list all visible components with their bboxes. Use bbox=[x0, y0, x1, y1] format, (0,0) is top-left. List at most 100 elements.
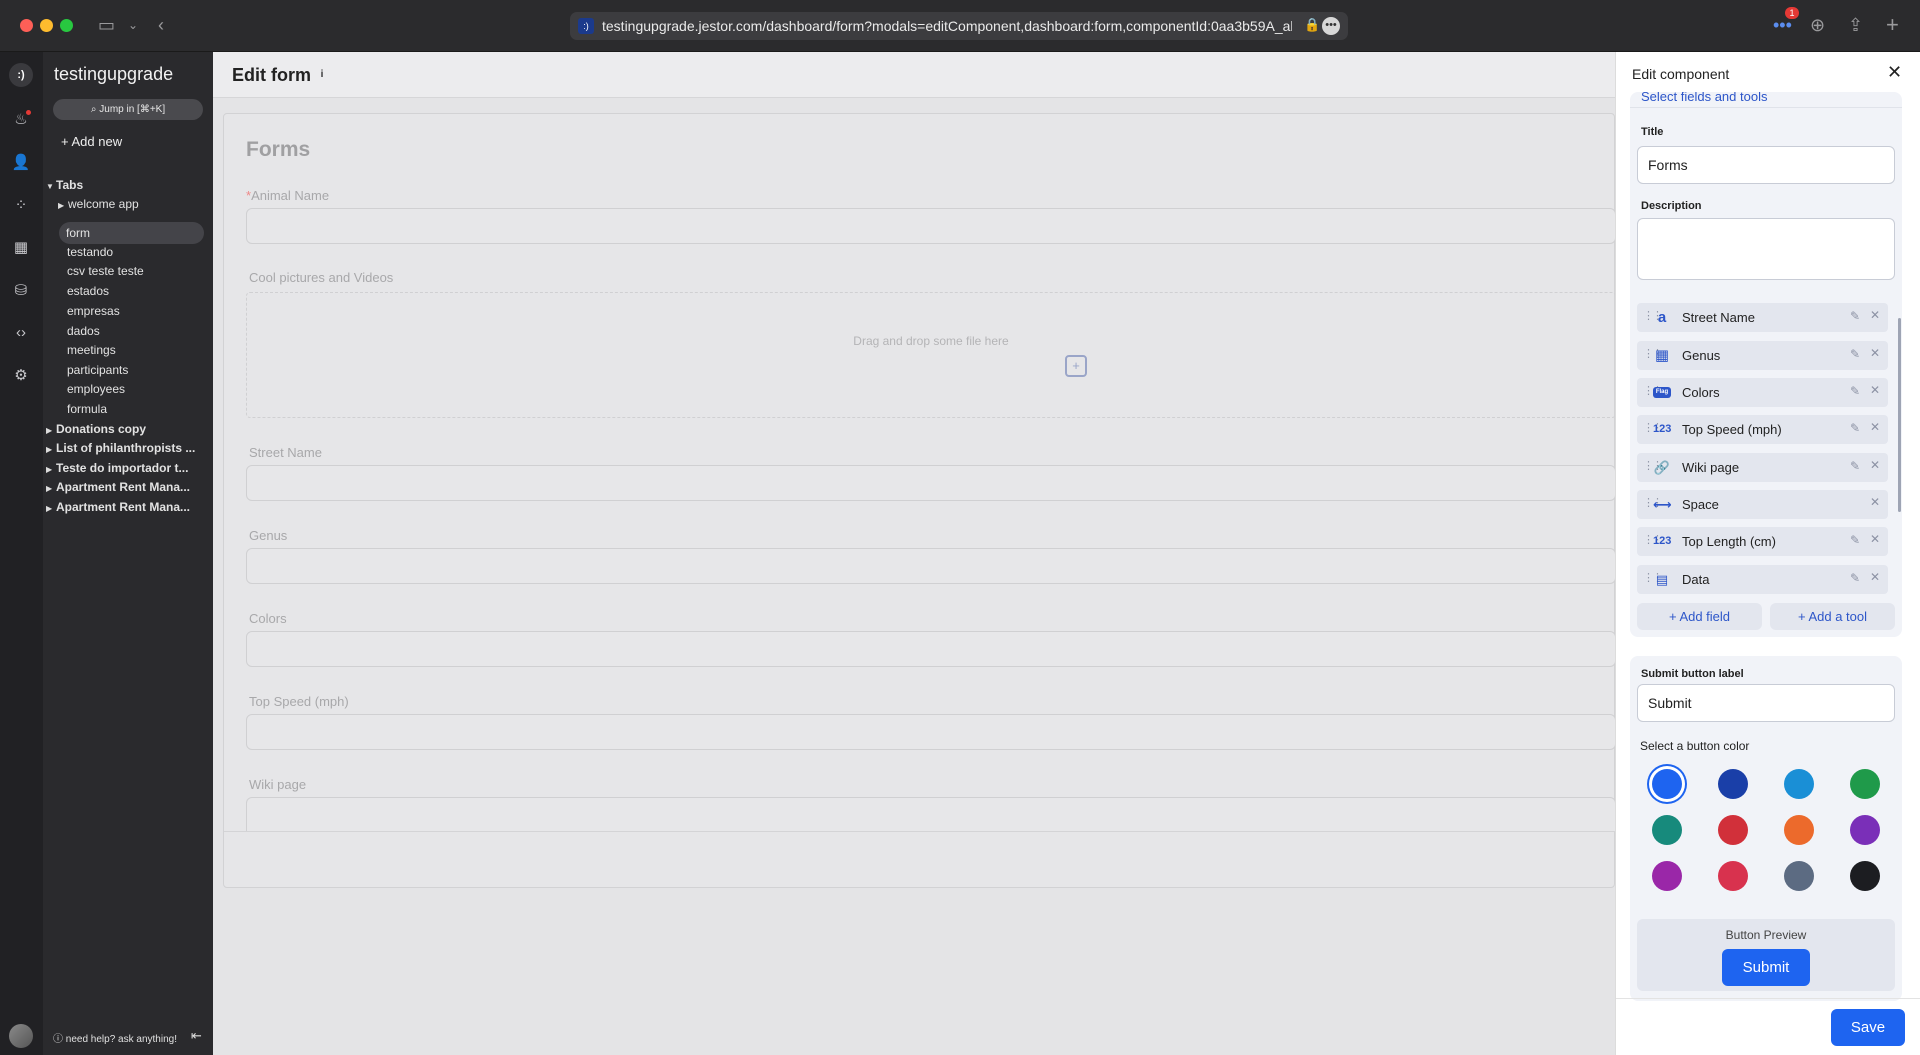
fields-section: Select fields and tools Title Forms Desc… bbox=[1630, 92, 1902, 637]
sidebar-toggle-icon[interactable]: ▭ bbox=[98, 14, 115, 36]
colors-input[interactable] bbox=[246, 631, 1616, 667]
page-options-icon[interactable]: ••• bbox=[1322, 17, 1340, 35]
preview-submit-button[interactable]: Submit bbox=[1722, 949, 1810, 986]
address-bar[interactable]: :) testingupgrade.jestor.com/dashboard/f… bbox=[570, 12, 1348, 40]
edit-icon[interactable]: ✎ bbox=[1850, 309, 1860, 323]
field-row-wiki-page[interactable]: ⋮⋮ 🔗 Wiki page ✎ ✕ bbox=[1637, 453, 1888, 482]
code-icon[interactable]: ‹› bbox=[11, 323, 31, 343]
remove-icon[interactable]: ✕ bbox=[1870, 495, 1880, 509]
field-row-genus[interactable]: ⋮⋮ ▦ Genus ✎ ✕ bbox=[1637, 341, 1888, 370]
browser-toolbar: ▭ ⌄ ‹ :) testingupgrade.jestor.com/dashb… bbox=[0, 0, 1920, 52]
color-swatch-magenta[interactable] bbox=[1652, 861, 1682, 891]
share-icon[interactable]: ⇪ bbox=[1848, 14, 1863, 36]
add-file-icon[interactable]: + bbox=[1065, 355, 1087, 377]
color-swatch-blue[interactable] bbox=[1652, 769, 1682, 799]
sidebar-item-employees[interactable]: employees bbox=[43, 378, 213, 400]
description-input[interactable] bbox=[1637, 218, 1895, 280]
color-swatch-black[interactable] bbox=[1850, 861, 1880, 891]
remove-icon[interactable]: ✕ bbox=[1870, 383, 1880, 397]
field-row-top-speed[interactable]: ⋮⋮ 123 Top Speed (mph) ✎ ✕ bbox=[1637, 415, 1888, 444]
field-row-colors[interactable]: ⋮⋮ Flag Colors ✎ ✕ bbox=[1637, 378, 1888, 407]
sidebar-group-philanthropists[interactable]: ▶ List of philanthropists ... bbox=[43, 437, 213, 459]
edit-icon[interactable]: ✎ bbox=[1850, 347, 1860, 361]
fields-scrollbar[interactable] bbox=[1898, 318, 1901, 512]
color-swatch-teal[interactable] bbox=[1652, 815, 1682, 845]
edit-icon[interactable]: ✎ bbox=[1850, 421, 1860, 435]
sidebar-item-formula[interactable]: formula bbox=[43, 398, 213, 420]
color-swatch-green[interactable] bbox=[1850, 769, 1880, 799]
edit-icon[interactable]: ✎ bbox=[1850, 571, 1860, 585]
street-name-input[interactable] bbox=[246, 465, 1616, 501]
animal-name-input[interactable] bbox=[246, 208, 1616, 244]
color-swatch-pink[interactable] bbox=[1718, 861, 1748, 891]
sidebar-item-meetings[interactable]: meetings bbox=[43, 339, 213, 361]
add-field-button[interactable]: + Add field bbox=[1637, 603, 1762, 630]
back-icon[interactable]: ‹ bbox=[158, 14, 164, 36]
file-dropzone[interactable]: Drag and drop some file here + bbox=[246, 292, 1616, 418]
color-swatch-slate[interactable] bbox=[1784, 861, 1814, 891]
app-logo[interactable]: :) bbox=[9, 63, 33, 87]
add-tool-button[interactable]: + Add a tool bbox=[1770, 603, 1895, 630]
color-swatch-purple[interactable] bbox=[1850, 815, 1880, 845]
close-window-button[interactable] bbox=[20, 19, 33, 32]
top-speed-input[interactable] bbox=[246, 714, 1616, 750]
new-tab-icon[interactable]: + bbox=[1886, 14, 1899, 36]
edit-icon[interactable]: ✎ bbox=[1850, 384, 1860, 398]
close-icon[interactable]: ✕ bbox=[1887, 62, 1902, 83]
apps-icon[interactable]: ▦ bbox=[11, 238, 31, 258]
flame-icon[interactable]: ♨ bbox=[11, 110, 31, 130]
sidebar-item-empresas[interactable]: empresas bbox=[43, 300, 213, 322]
info-icon[interactable]: i bbox=[316, 69, 328, 81]
submit-label-input[interactable]: Submit bbox=[1637, 684, 1895, 722]
save-button[interactable]: Save bbox=[1831, 1009, 1905, 1046]
text-field-icon: a bbox=[1657, 309, 1667, 326]
field-row-street-name[interactable]: ⋮⋮ a Street Name ✎ ✕ bbox=[1637, 303, 1888, 332]
add-new-button[interactable]: + Add new bbox=[61, 134, 122, 149]
user-settings-icon[interactable]: 👤 bbox=[11, 153, 31, 173]
title-input[interactable]: Forms bbox=[1637, 146, 1895, 184]
sidebar-item-estados[interactable]: estados bbox=[43, 280, 213, 302]
form-preview-card: Forms *Animal Name Cool pictures and Vid… bbox=[223, 113, 1616, 888]
remove-icon[interactable]: ✕ bbox=[1870, 346, 1880, 360]
downloads-icon[interactable]: ⊕ bbox=[1810, 14, 1825, 36]
integrations-icon[interactable]: ⁘ bbox=[11, 196, 31, 216]
field-row-data[interactable]: ⋮⋮ ▤ Data ✎ ✕ bbox=[1637, 565, 1888, 594]
select-fields-tab[interactable]: Select fields and tools bbox=[1641, 92, 1767, 104]
remove-icon[interactable]: ✕ bbox=[1870, 570, 1880, 584]
remove-icon[interactable]: ✕ bbox=[1870, 308, 1880, 322]
color-swatch-red[interactable] bbox=[1718, 815, 1748, 845]
sidebar-group-apartment-rent-1[interactable]: ▶ Apartment Rent Mana... bbox=[43, 476, 213, 498]
panel-scroll-area[interactable]: Select fields and tools Title Forms Desc… bbox=[1616, 92, 1920, 1005]
edit-icon[interactable]: ✎ bbox=[1850, 459, 1860, 473]
workspace-name: testingupgrade bbox=[54, 64, 174, 84]
remove-icon[interactable]: ✕ bbox=[1870, 458, 1880, 472]
field-row-space[interactable]: ⋮⋮ ⟷ Space ✕ bbox=[1637, 490, 1888, 519]
maximize-window-button[interactable] bbox=[60, 19, 73, 32]
gear-icon[interactable]: ⚙ bbox=[11, 366, 31, 386]
edit-icon[interactable]: ✎ bbox=[1850, 533, 1860, 547]
chevron-down-icon[interactable]: ⌄ bbox=[128, 14, 138, 36]
sidebar-item-welcome-app[interactable]: ▶ welcome app bbox=[43, 193, 213, 215]
jump-search-button[interactable]: ⌕ Jump in [⌘+K] bbox=[53, 99, 203, 120]
minimize-window-button[interactable] bbox=[40, 19, 53, 32]
help-link[interactable]: ⓘ need help? ask anything! bbox=[53, 1030, 177, 1045]
caret-right-icon: ▶ bbox=[46, 504, 53, 513]
sidebar-group-apartment-rent-2[interactable]: ▶ Apartment Rent Mana... bbox=[43, 496, 213, 518]
wiki-page-input[interactable] bbox=[246, 797, 1616, 831]
sidebar-item-csv-teste-teste[interactable]: csv teste teste bbox=[43, 260, 213, 282]
main-header: Edit form i bbox=[213, 52, 1615, 98]
color-swatch-light-blue[interactable] bbox=[1784, 769, 1814, 799]
color-swatch-orange[interactable] bbox=[1784, 815, 1814, 845]
field-row-top-length[interactable]: ⋮⋮ 123 Top Length (cm) ✎ ✕ bbox=[1637, 527, 1888, 556]
caret-right-icon: ▶ bbox=[46, 445, 53, 454]
database-icon[interactable]: ⛁ bbox=[11, 281, 31, 301]
remove-icon[interactable]: ✕ bbox=[1870, 420, 1880, 434]
remove-icon[interactable]: ✕ bbox=[1870, 532, 1880, 546]
url-text[interactable]: testingupgrade.jestor.com/dashboard/form… bbox=[602, 18, 1292, 34]
avatar[interactable] bbox=[9, 1024, 33, 1048]
collapse-sidebar-icon[interactable]: ⇤ bbox=[191, 1028, 202, 1044]
button-preview-label: Button Preview bbox=[1725, 928, 1807, 942]
genus-input[interactable] bbox=[246, 548, 1616, 584]
color-swatch-dark-blue[interactable] bbox=[1718, 769, 1748, 799]
caret-right-icon: ▶ bbox=[58, 201, 65, 210]
